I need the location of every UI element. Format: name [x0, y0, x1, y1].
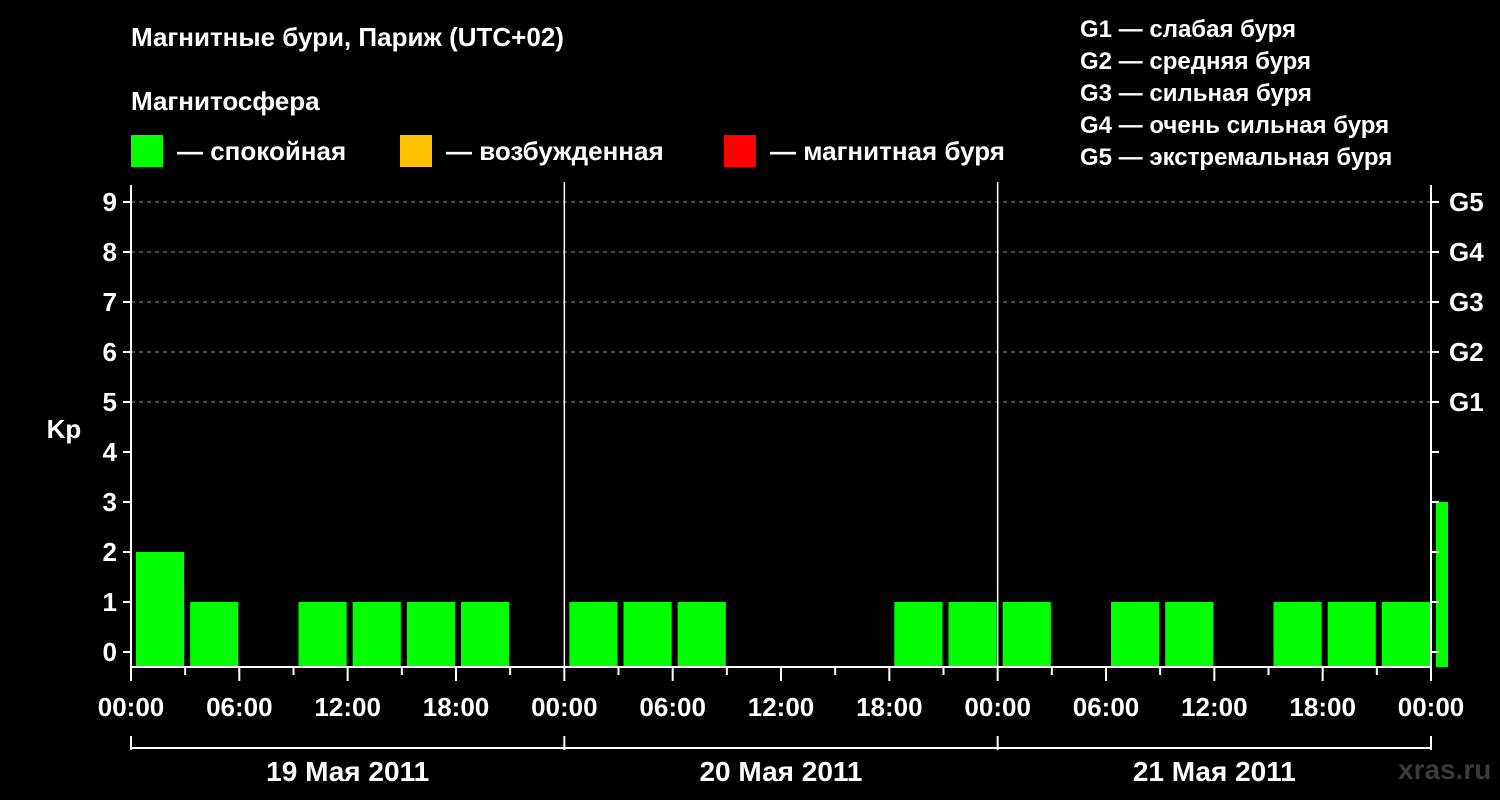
- bar-9: [623, 602, 672, 667]
- y-tick-label-0: 0: [103, 637, 117, 667]
- y-axis-label: Kp: [47, 414, 82, 444]
- x-tick-label-6: 12:00: [748, 692, 815, 722]
- y-tick-label-4: 4: [103, 437, 118, 467]
- bar-22: [1327, 602, 1376, 667]
- bar-3: [298, 602, 347, 667]
- y-tick-label-3: 3: [103, 487, 117, 517]
- bar-18: [1111, 602, 1160, 667]
- bar-24: [1436, 502, 1448, 667]
- x-tick-label-11: 18:00: [1289, 692, 1356, 722]
- y-tick-label-1: 1: [103, 587, 117, 617]
- bar-15: [948, 602, 997, 667]
- bar-19: [1165, 602, 1214, 667]
- x-tick-label-12: 00:00: [1398, 692, 1465, 722]
- bar-4: [352, 602, 401, 667]
- y-tick-label-2: 2: [103, 537, 117, 567]
- right-axis-label-G5: G5: [1449, 187, 1484, 217]
- right-axis-label-G2: G2: [1449, 337, 1484, 367]
- watermark: xras.ru: [1398, 754, 1492, 785]
- y-tick-label-9: 9: [103, 187, 117, 217]
- bar-10: [677, 602, 726, 667]
- x-tick-label-1: 06:00: [206, 692, 273, 722]
- x-tick-label-2: 12:00: [314, 692, 381, 722]
- x-tick-label-3: 18:00: [423, 692, 490, 722]
- x-tick-label-5: 06:00: [639, 692, 706, 722]
- y-tick-label-8: 8: [103, 237, 117, 267]
- day-label-1: 20 Мая 2011: [699, 756, 862, 787]
- kp-bar-chart: 0 1 2 3 4 5 6 7 8 9 G1 G2 G3 G4 G5 Kp 00:00 06:00 12:00 18:…: [47, 182, 1484, 787]
- x-tick-label-10: 12:00: [1181, 692, 1248, 722]
- right-axis-label-G4: G4: [1449, 237, 1484, 267]
- y-tick-label-7: 7: [103, 287, 117, 317]
- bar-16: [1002, 602, 1051, 667]
- right-axis-label-G1: G1: [1449, 387, 1484, 417]
- x-tick-label-4: 00:00: [531, 692, 598, 722]
- y-tick-label-6: 6: [103, 337, 117, 367]
- bar-5: [406, 602, 455, 667]
- bar-21: [1273, 602, 1322, 667]
- right-axis-label-G3: G3: [1449, 287, 1484, 317]
- x-tick-label-7: 18:00: [856, 692, 923, 722]
- day-label-0: 19 Мая 2011: [266, 756, 429, 787]
- day-label-2: 21 Мая 2011: [1133, 756, 1296, 787]
- bar-6: [461, 602, 510, 667]
- bar-8: [569, 602, 618, 667]
- bar-23: [1381, 602, 1430, 667]
- x-tick-label-0: 00:00: [98, 692, 165, 722]
- y-tick-label-5: 5: [103, 387, 117, 417]
- x-tick-label-8: 00:00: [964, 692, 1031, 722]
- bar-14: [894, 602, 943, 667]
- bar-0: [136, 552, 185, 667]
- bar-1: [190, 602, 239, 667]
- x-tick-label-9: 06:00: [1073, 692, 1140, 722]
